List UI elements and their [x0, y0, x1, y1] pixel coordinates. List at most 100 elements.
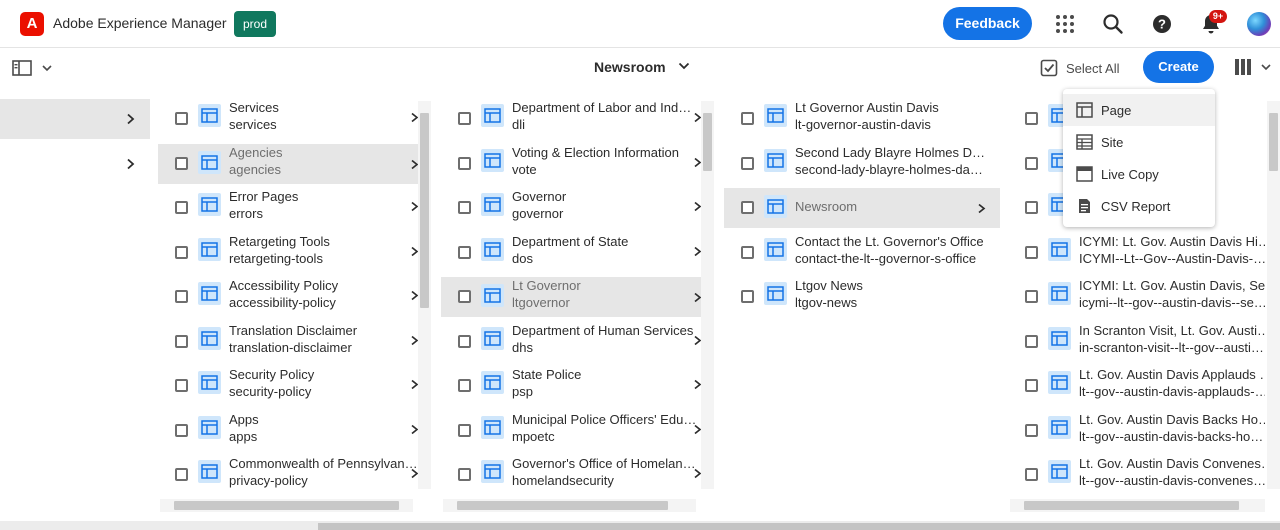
chevron-right-icon[interactable]	[693, 157, 701, 168]
chevron-right-icon[interactable]	[693, 246, 701, 257]
row-checkbox[interactable]	[458, 334, 471, 348]
rail-toggle-icon[interactable]	[12, 58, 52, 78]
list-item[interactable]: Voting & Election Information vote	[441, 144, 701, 180]
row-checkbox[interactable]	[175, 201, 188, 214]
chevron-right-icon[interactable]	[410, 468, 418, 479]
list-item[interactable]: In Scranton Visit, Lt. Gov. Austi… in-scr…	[1008, 322, 1268, 358]
chevron-right-icon[interactable]	[693, 201, 701, 212]
row-checkbox[interactable]	[175, 334, 188, 348]
avatar[interactable]	[1247, 12, 1271, 36]
chevron-right-icon[interactable]	[410, 335, 418, 346]
list-item[interactable]: ICYMI: Lt. Gov. Austin Davis Hi… ICYMI--L…	[1008, 233, 1268, 269]
apps-grid-icon[interactable]	[1053, 12, 1077, 36]
row-checkbox[interactable]	[741, 245, 754, 259]
list-item[interactable]: Agencies agencies	[158, 143, 418, 184]
list-item[interactable]: Lt. Gov. Austin Davis Backs Ho… lt--gov--…	[1008, 411, 1268, 447]
chevron-right-icon[interactable]	[410, 424, 418, 435]
list-item[interactable]: State Police psp	[441, 366, 701, 402]
chevron-right-icon[interactable]	[410, 159, 418, 170]
row-checkbox[interactable]	[1025, 379, 1038, 392]
list-item[interactable]: Services services	[158, 99, 418, 135]
row-checkbox[interactable]	[741, 156, 754, 170]
list-item[interactable]: Lt. Gov. Austin Davis Applauds … lt--gov-…	[1008, 366, 1268, 402]
column-1-scrollbar[interactable]	[418, 101, 431, 489]
row-checkbox[interactable]	[458, 156, 471, 170]
list-item[interactable]: Lt. Gov. Austin Davis Convenes… lt--gov--…	[1008, 455, 1268, 491]
row-checkbox[interactable]	[175, 245, 188, 259]
column-4-scrollbar[interactable]	[1267, 101, 1280, 489]
list-item[interactable]: Newsroom	[724, 188, 1000, 228]
chevron-right-icon[interactable]	[693, 424, 701, 435]
row-checkbox[interactable]	[175, 379, 188, 392]
chevron-right-icon[interactable]	[693, 335, 701, 346]
row-checkbox[interactable]	[458, 379, 471, 392]
chevron-right-icon[interactable]	[410, 112, 418, 123]
row-checkbox[interactable]	[458, 245, 471, 259]
row-checkbox[interactable]	[1025, 112, 1038, 125]
list-item[interactable]: Second Lady Blayre Holmes D… second-lady-…	[724, 144, 1000, 180]
row-checkbox[interactable]	[1025, 423, 1038, 437]
row-checkbox[interactable]	[1025, 245, 1038, 259]
list-item[interactable]: Retargeting Tools retargeting-tools	[158, 233, 418, 269]
row-checkbox[interactable]	[175, 423, 188, 437]
column-2-scrollbar[interactable]	[701, 101, 714, 489]
select-all-button[interactable]: Select All	[1040, 58, 1119, 78]
list-item[interactable]: Commonwealth of Pennsylvan… privacy-polic…	[158, 455, 418, 491]
row-checkbox[interactable]	[458, 468, 471, 481]
row-checkbox[interactable]	[175, 112, 188, 125]
list-item[interactable]: Contact the Lt. Governor's Office contact…	[724, 233, 1000, 269]
help-icon[interactable]: ?	[1150, 12, 1174, 36]
row-checkbox[interactable]	[1025, 156, 1038, 170]
row-checkbox[interactable]	[741, 112, 754, 125]
column-view-icon[interactable]	[1234, 58, 1276, 76]
menu-item-live-copy[interactable]: Live Copy	[1063, 158, 1215, 190]
chevron-right-icon[interactable]	[693, 112, 701, 123]
list-item[interactable]: Governor's Office of Homelan… homelandsec…	[441, 455, 701, 491]
list-item[interactable]: Security Policy security-policy	[158, 366, 418, 402]
list-item[interactable]: Ltgov News ltgov-news	[724, 277, 1000, 313]
list-item[interactable]: Apps apps	[158, 411, 418, 447]
row-checkbox[interactable]	[458, 112, 471, 125]
create-button[interactable]: Create	[1143, 51, 1214, 83]
row-checkbox[interactable]	[1025, 468, 1038, 481]
list-item[interactable]: Accessibility Policy accessibility-policy	[158, 277, 418, 313]
row-checkbox[interactable]	[741, 201, 754, 214]
feedback-button[interactable]: Feedback	[943, 7, 1032, 40]
chevron-down-icon[interactable]	[678, 60, 690, 72]
chevron-right-icon[interactable]	[410, 379, 418, 390]
chevron-right-icon[interactable]	[693, 468, 701, 479]
chevron-right-icon[interactable]	[410, 246, 418, 257]
chevron-right-icon[interactable]	[693, 292, 701, 303]
list-item[interactable]: Municipal Police Officers' Edu… mpoetc	[441, 411, 701, 447]
adobe-logo-icon[interactable]: A	[20, 12, 44, 36]
list-item[interactable]: Error Pages errors	[158, 188, 418, 224]
menu-item-page[interactable]: Page	[1063, 94, 1215, 126]
rail-item-selected[interactable]	[0, 99, 150, 139]
chevron-right-icon[interactable]	[410, 290, 418, 301]
list-item[interactable]: Lt Governor Austin Davis lt-governor-aust…	[724, 99, 1000, 135]
list-item[interactable]: Lt Governor ltgovernor	[441, 277, 701, 317]
row-checkbox[interactable]	[175, 468, 188, 481]
list-item[interactable]: Department of Labor and Ind… dli	[441, 99, 701, 135]
menu-item-site[interactable]: Site	[1063, 126, 1215, 158]
list-item[interactable]: Department of State dos	[441, 233, 701, 269]
menu-item-csv-report[interactable]: CSV Report	[1063, 190, 1215, 222]
column-4-hscrollbar[interactable]	[1010, 499, 1265, 512]
list-item[interactable]: Governor governor	[441, 188, 701, 224]
column-1-hscrollbar[interactable]	[160, 499, 413, 512]
breadcrumb[interactable]: Newsroom	[594, 59, 666, 75]
row-checkbox[interactable]	[458, 201, 471, 214]
row-checkbox[interactable]	[741, 290, 754, 303]
list-item[interactable]: Department of Human Services dhs	[441, 322, 701, 358]
list-item[interactable]: Translation Disclaimer translation-discla…	[158, 322, 418, 358]
row-checkbox[interactable]	[458, 290, 471, 303]
app-title[interactable]: Adobe Experience Manager	[53, 15, 227, 31]
row-checkbox[interactable]	[1025, 201, 1038, 214]
column-2-hscrollbar[interactable]	[443, 499, 696, 512]
list-item[interactable]: ICYMI: Lt. Gov. Austin Davis, Se… icymi--…	[1008, 277, 1268, 313]
row-checkbox[interactable]	[458, 423, 471, 437]
row-checkbox[interactable]	[1025, 334, 1038, 348]
chevron-right-icon[interactable]	[977, 203, 986, 214]
row-checkbox[interactable]	[175, 290, 188, 303]
row-checkbox[interactable]	[175, 156, 188, 170]
